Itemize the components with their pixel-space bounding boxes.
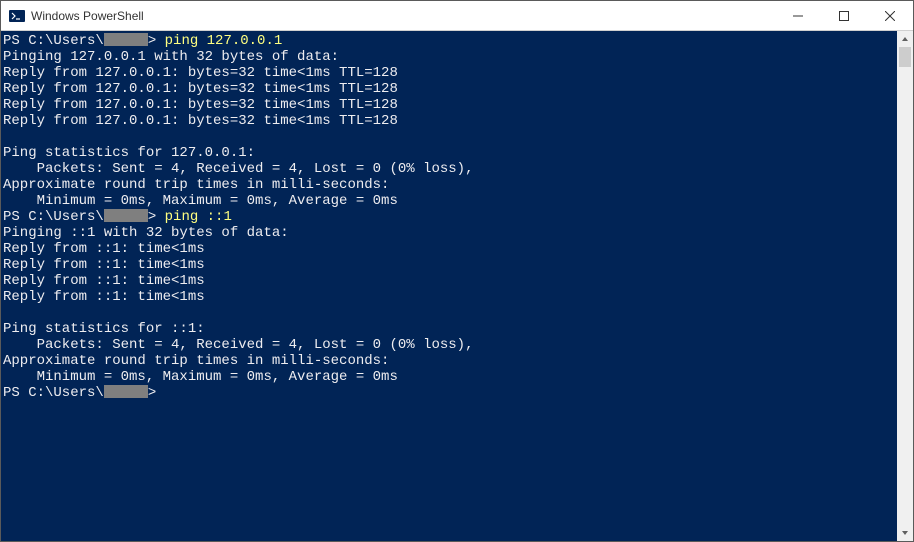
output-line: Reply from ::1: time<1ms — [3, 257, 897, 273]
output-line: Reply from 127.0.0.1: bytes=32 time<1ms … — [3, 81, 897, 97]
powershell-icon — [9, 8, 25, 24]
output-line: Approximate round trip times in milli-se… — [3, 177, 897, 193]
redacted-username — [104, 209, 148, 222]
command-text: ping ::1 — [156, 209, 232, 225]
minimize-button[interactable] — [775, 1, 821, 30]
scrollbar-up-arrow[interactable] — [897, 31, 913, 47]
prompt-line: PS C:\Users\> ping 127.0.0.1 — [3, 33, 897, 49]
vertical-scrollbar[interactable] — [897, 31, 913, 541]
titlebar[interactable]: Windows PowerShell — [1, 1, 913, 31]
window-controls — [775, 1, 913, 30]
prompt-line: PS C:\Users\> — [3, 385, 897, 401]
terminal-area: PS C:\Users\> ping 127.0.0.1Pinging 127.… — [1, 31, 913, 541]
output-line: Reply from ::1: time<1ms — [3, 289, 897, 305]
maximize-button[interactable] — [821, 1, 867, 30]
prompt-line: PS C:\Users\> ping ::1 — [3, 209, 897, 225]
output-line: Ping statistics for 127.0.0.1: — [3, 145, 897, 161]
output-line: Packets: Sent = 4, Received = 4, Lost = … — [3, 337, 897, 353]
redacted-username — [104, 385, 148, 398]
output-line: Reply from ::1: time<1ms — [3, 241, 897, 257]
terminal-output[interactable]: PS C:\Users\> ping 127.0.0.1Pinging 127.… — [1, 31, 897, 541]
output-line: Ping statistics for ::1: — [3, 321, 897, 337]
output-line — [3, 129, 897, 145]
powershell-window: Windows PowerShell PS C:\Users\> ping 12… — [0, 0, 914, 542]
output-line: Reply from 127.0.0.1: bytes=32 time<1ms … — [3, 65, 897, 81]
output-line: Minimum = 0ms, Maximum = 0ms, Average = … — [3, 193, 897, 209]
scrollbar-down-arrow[interactable] — [897, 525, 913, 541]
output-line: Reply from 127.0.0.1: bytes=32 time<1ms … — [3, 97, 897, 113]
output-line: Minimum = 0ms, Maximum = 0ms, Average = … — [3, 369, 897, 385]
output-line: Pinging 127.0.0.1 with 32 bytes of data: — [3, 49, 897, 65]
output-line — [3, 305, 897, 321]
output-line: Reply from 127.0.0.1: bytes=32 time<1ms … — [3, 113, 897, 129]
output-line: Reply from ::1: time<1ms — [3, 273, 897, 289]
scrollbar-thumb[interactable] — [899, 47, 911, 67]
close-button[interactable] — [867, 1, 913, 30]
output-line: Pinging ::1 with 32 bytes of data: — [3, 225, 897, 241]
output-line: Packets: Sent = 4, Received = 4, Lost = … — [3, 161, 897, 177]
redacted-username — [104, 33, 148, 46]
window-title: Windows PowerShell — [31, 9, 775, 23]
output-line: Approximate round trip times in milli-se… — [3, 353, 897, 369]
command-text: ping 127.0.0.1 — [156, 33, 282, 49]
